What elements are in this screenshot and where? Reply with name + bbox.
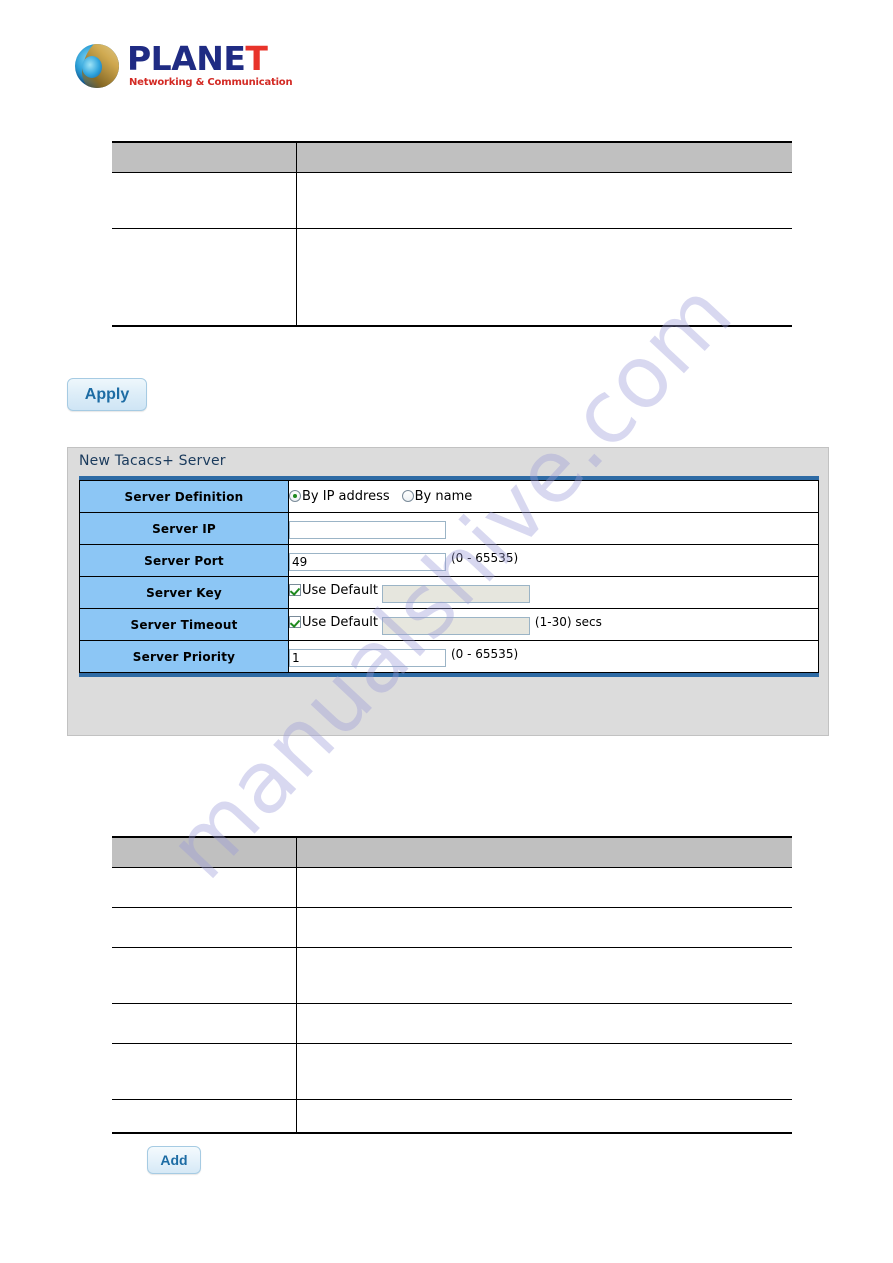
checkbox-server-timeout-use-default[interactable]: [289, 615, 301, 628]
table-cell-object: [112, 907, 296, 948]
table-header-row: [112, 836, 792, 868]
table-header-cell-description: [295, 141, 792, 173]
field-server-ip[interactable]: [288, 512, 819, 545]
table-cell-object: [112, 947, 296, 1004]
radio-label-by-ip-address[interactable]: By IP address: [302, 489, 390, 504]
table-row: [112, 1043, 792, 1100]
table-header-cell-object: [112, 141, 296, 173]
table-row: [112, 1099, 792, 1134]
radio-by-name[interactable]: [401, 490, 414, 502]
table-cell-description: [295, 1003, 792, 1044]
brand-name-accent: T: [245, 39, 268, 78]
brand-tagline: Networking & Communication: [129, 77, 293, 88]
table-cell-description: [295, 228, 792, 327]
form-row-server-port: Server Port (0 - 65535): [79, 544, 819, 577]
field-server-timeout[interactable]: Use Default (1-30) secs: [288, 608, 819, 641]
form-row-server-key: Server Key Use Default: [79, 576, 819, 609]
field-server-definition[interactable]: By IP address By name: [288, 480, 819, 513]
top-description-table: [112, 141, 792, 327]
table-cell-object: [112, 1003, 296, 1044]
field-server-port[interactable]: (0 - 65535): [288, 544, 819, 577]
field-server-priority[interactable]: (0 - 65535): [288, 640, 819, 673]
hint-server-priority: (0 - 65535): [451, 646, 519, 661]
radio-by-ip-address[interactable]: [289, 490, 301, 502]
form-row-server-definition: Server Definition By IP address By name: [79, 480, 819, 513]
label-server-ip: Server IP: [79, 512, 289, 545]
table-row: [112, 228, 792, 327]
label-server-definition: Server Definition: [79, 480, 289, 513]
server-key-input[interactable]: [381, 584, 530, 603]
form-row-server-ip: Server IP: [79, 512, 819, 545]
table-header-row: [112, 141, 792, 173]
server-priority-input[interactable]: [289, 648, 446, 667]
label-server-priority: Server Priority: [79, 640, 289, 673]
form-row-server-priority: Server Priority (0 - 65535): [79, 640, 819, 673]
hint-server-timeout: (1-30) secs: [534, 614, 602, 629]
table-cell-description: [295, 947, 792, 1004]
new-tacacs-server-panel: New Tacacs+ Server Server Definition By …: [67, 447, 829, 1174]
table-row: [112, 947, 792, 1004]
planet-globe-icon: [75, 44, 119, 88]
table-cell-description: [295, 1043, 792, 1100]
brand-header: PLANET Networking & Communication: [75, 38, 375, 94]
add-button[interactable]: Add: [147, 1146, 201, 1174]
panel-title: New Tacacs+ Server: [79, 453, 226, 469]
table-cell-description: [295, 172, 792, 229]
table-cell-description: [295, 1099, 792, 1134]
brand-name-main: PLANE: [127, 39, 246, 78]
table-header-cell-object: [112, 836, 296, 868]
label-server-timeout: Server Timeout: [79, 608, 289, 641]
table-row: [112, 907, 792, 948]
checkbox-server-key-use-default[interactable]: [289, 583, 301, 596]
server-ip-input[interactable]: [289, 520, 446, 539]
form-row-server-timeout: Server Timeout Use Default (1-30) secs: [79, 608, 819, 641]
label-server-port: Server Port: [79, 544, 289, 577]
server-port-input[interactable]: [289, 552, 446, 571]
table-cell-object: [112, 867, 296, 908]
table-cell-object: [112, 172, 296, 229]
table-row: [112, 867, 792, 908]
config-form-frame: Server Definition By IP address By name S…: [79, 476, 819, 677]
radio-label-by-name[interactable]: By name: [415, 489, 473, 504]
table-cell-object: [112, 228, 296, 327]
hint-server-port: (0 - 65535): [451, 550, 519, 565]
checkbox-label-server-key-use-default[interactable]: Use Default: [302, 583, 378, 598]
server-timeout-input[interactable]: [381, 616, 530, 635]
table-cell-object: [112, 1043, 296, 1100]
brand-wordmark: PLANET: [127, 39, 268, 78]
label-server-key: Server Key: [79, 576, 289, 609]
apply-button[interactable]: Apply: [67, 378, 147, 411]
table-row: [112, 1003, 792, 1044]
table-header-cell-description: [295, 836, 792, 868]
table-cell-description: [295, 867, 792, 908]
field-server-key[interactable]: Use Default: [288, 576, 819, 609]
table-cell-object: [112, 1099, 296, 1134]
new-tacacs-server-form: Server Definition By IP address By name S…: [79, 480, 819, 673]
bottom-description-table: [112, 836, 792, 1134]
table-row: [112, 172, 792, 229]
checkbox-label-server-timeout-use-default[interactable]: Use Default: [302, 615, 378, 630]
table-cell-description: [295, 907, 792, 948]
